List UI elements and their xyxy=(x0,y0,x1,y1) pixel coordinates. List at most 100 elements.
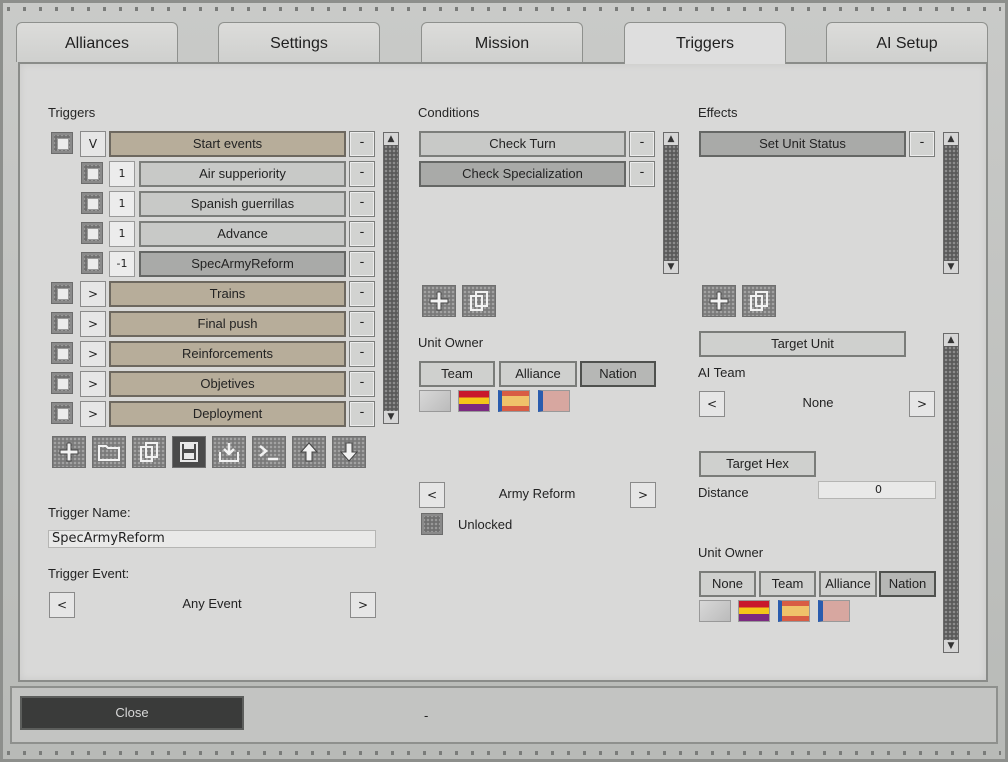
scroll-down-icon[interactable]: ▼ xyxy=(944,640,958,652)
trigger-checkbox[interactable] xyxy=(81,162,103,184)
trigger-checkbox[interactable] xyxy=(81,252,103,274)
trigger-row[interactable]: Deployment xyxy=(109,401,346,427)
console-button[interactable] xyxy=(252,436,286,468)
ai-team-prev-button[interactable]: < xyxy=(699,391,725,417)
copy-effect-button[interactable] xyxy=(742,285,776,317)
trigger-row[interactable]: Advance xyxy=(139,221,346,247)
trigger-checkbox[interactable] xyxy=(81,192,103,214)
owner-none-button[interactable]: None xyxy=(699,571,756,597)
trigger-checkbox[interactable] xyxy=(51,312,73,334)
scroll-up-icon[interactable]: ▲ xyxy=(384,133,398,145)
owner-alliance-button[interactable]: Alliance xyxy=(819,571,877,597)
expand-toggle[interactable]: > xyxy=(80,341,106,367)
scroll-down-icon[interactable]: ▼ xyxy=(664,261,678,273)
expand-toggle[interactable]: V xyxy=(80,131,106,157)
trigger-row[interactable]: Final push xyxy=(109,311,346,337)
trigger-name-input[interactable]: SpecArmyReform xyxy=(48,530,376,548)
condition-item[interactable]: Check Turn xyxy=(419,131,626,157)
scroll-down-icon[interactable]: ▼ xyxy=(384,411,398,423)
remove-effect-button[interactable]: - xyxy=(909,131,935,157)
conditions-scrollbar[interactable]: ▲ ▼ xyxy=(663,132,679,274)
trigger-checkbox[interactable] xyxy=(51,342,73,364)
condition-item-selected[interactable]: Check Specialization xyxy=(419,161,626,187)
owner-team-button[interactable]: Team xyxy=(759,571,816,597)
flag-spain-icon[interactable] xyxy=(778,600,810,622)
trigger-row-selected[interactable]: SpecArmyReform xyxy=(139,251,346,277)
spec-prev-button[interactable]: < xyxy=(419,482,445,508)
ai-team-next-button[interactable]: > xyxy=(909,391,935,417)
remove-trigger-button[interactable]: - xyxy=(349,221,375,247)
copy-condition-button[interactable] xyxy=(462,285,496,317)
trigger-checkbox[interactable] xyxy=(81,222,103,244)
add-condition-button[interactable] xyxy=(422,285,456,317)
add-effect-button[interactable] xyxy=(702,285,736,317)
remove-trigger-button[interactable]: - xyxy=(349,371,375,397)
remove-trigger-button[interactable]: - xyxy=(349,251,375,277)
flag-neutral-icon[interactable] xyxy=(699,600,731,622)
spec-next-button[interactable]: > xyxy=(630,482,656,508)
owner-alliance-button[interactable]: Alliance xyxy=(499,361,577,387)
triggers-title: Triggers xyxy=(48,105,96,120)
flag-spain-icon[interactable] xyxy=(498,390,530,412)
owner-nation-button[interactable]: Nation xyxy=(879,571,936,597)
expand-toggle[interactable]: > xyxy=(80,401,106,427)
trigger-checkbox[interactable] xyxy=(51,132,73,154)
expand-toggle[interactable]: > xyxy=(80,281,106,307)
remove-trigger-button[interactable]: - xyxy=(349,131,375,157)
flag-republic-icon[interactable] xyxy=(738,600,770,622)
remove-trigger-button[interactable]: - xyxy=(349,161,375,187)
remove-condition-button[interactable]: - xyxy=(629,161,655,187)
target-unit-button[interactable]: Target Unit xyxy=(699,331,906,357)
effect-params-scrollbar[interactable]: ▲ ▼ xyxy=(943,333,959,653)
target-hex-button[interactable]: Target Hex xyxy=(699,451,816,477)
scroll-down-icon[interactable]: ▼ xyxy=(944,261,958,273)
add-folder-button[interactable] xyxy=(92,436,126,468)
trigger-row[interactable]: Start events xyxy=(109,131,346,157)
remove-trigger-button[interactable]: - xyxy=(349,311,375,337)
scroll-up-icon[interactable]: ▲ xyxy=(944,133,958,145)
remove-trigger-button[interactable]: - xyxy=(349,401,375,427)
owner-nation-button[interactable]: Nation xyxy=(580,361,656,387)
flag-republic-icon[interactable] xyxy=(458,390,490,412)
effect-item-selected[interactable]: Set Unit Status xyxy=(699,131,906,157)
trigger-count: 1 xyxy=(109,191,135,217)
unlocked-checkbox[interactable] xyxy=(421,513,443,535)
scroll-up-icon[interactable]: ▲ xyxy=(944,334,958,346)
remove-trigger-button[interactable]: - xyxy=(349,191,375,217)
save-trigger-button[interactable] xyxy=(172,436,206,468)
arrow-down-icon xyxy=(339,442,359,462)
trigger-checkbox[interactable] xyxy=(51,282,73,304)
trigger-checkbox[interactable] xyxy=(51,402,73,424)
move-up-button[interactable] xyxy=(292,436,326,468)
trigger-row[interactable]: Trains xyxy=(109,281,346,307)
flag-germany-icon[interactable] xyxy=(538,390,570,412)
trigger-row[interactable]: Air supperiority xyxy=(139,161,346,187)
footer-dash: - xyxy=(424,708,429,723)
flag-germany-icon[interactable] xyxy=(818,600,850,622)
flag-neutral-icon[interactable] xyxy=(419,390,451,412)
effects-scrollbar[interactable]: ▲ ▼ xyxy=(943,132,959,274)
trigger-row[interactable]: Spanish guerrillas xyxy=(139,191,346,217)
copy-trigger-button[interactable] xyxy=(132,436,166,468)
scroll-up-icon[interactable]: ▲ xyxy=(664,133,678,145)
triggers-scrollbar[interactable]: ▲ ▼ xyxy=(383,132,399,424)
remove-trigger-button[interactable]: - xyxy=(349,281,375,307)
remove-trigger-button[interactable]: - xyxy=(349,341,375,367)
expand-toggle[interactable]: > xyxy=(80,311,106,337)
event-prev-button[interactable]: < xyxy=(49,592,75,618)
move-down-button[interactable] xyxy=(332,436,366,468)
trigger-row[interactable]: Reinforcements xyxy=(109,341,346,367)
console-icon xyxy=(259,445,278,461)
remove-condition-button[interactable]: - xyxy=(629,131,655,157)
event-next-button[interactable]: > xyxy=(350,592,376,618)
trigger-checkbox[interactable] xyxy=(51,372,73,394)
add-trigger-button[interactable] xyxy=(52,436,86,468)
import-trigger-button[interactable] xyxy=(212,436,246,468)
expand-toggle[interactable]: > xyxy=(80,371,106,397)
distance-input[interactable]: 0 xyxy=(818,481,936,499)
owner-team-button[interactable]: Team xyxy=(419,361,495,387)
trigger-event-value: Any Event xyxy=(182,596,242,611)
trigger-row[interactable]: Objetives xyxy=(109,371,346,397)
trigger-count: 1 xyxy=(109,221,135,247)
effects-title: Effects xyxy=(698,105,738,120)
